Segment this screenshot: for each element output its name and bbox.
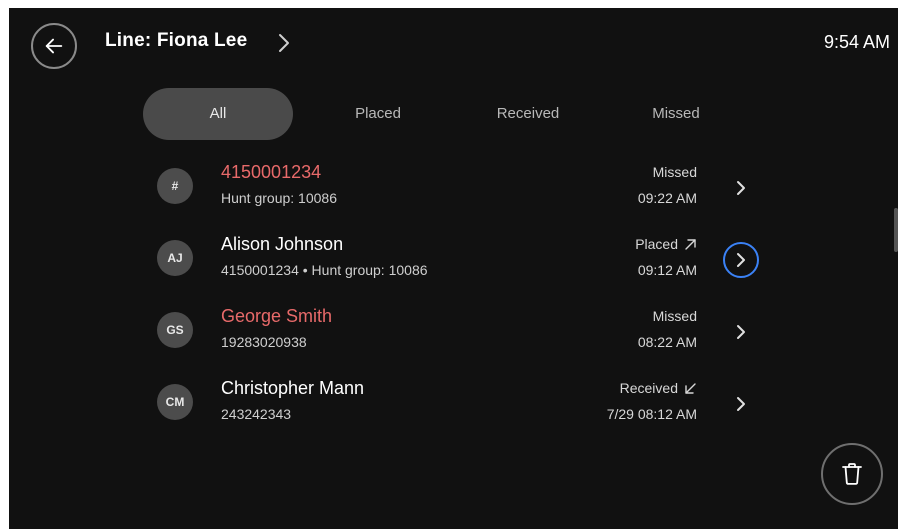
line-title[interactable]: Line: Fiona Lee [105, 30, 247, 52]
chevron-right-icon [737, 397, 745, 411]
details-button[interactable] [723, 314, 759, 350]
call-time: 09:12 AM [637, 262, 697, 278]
tab-all[interactable]: All [143, 88, 293, 140]
caller-detail: 19283020938 [221, 334, 307, 350]
call-status: Placed [635, 236, 697, 252]
caller-detail: Hunt group: 10086 [221, 190, 337, 206]
avatar: GS [157, 312, 193, 348]
caller-detail: 4150001234 • Hunt group: 10086 [221, 262, 428, 278]
avatar: CM [157, 384, 193, 420]
call-status-label: Missed [652, 164, 697, 180]
avatar: # [157, 168, 193, 204]
call-status-label: Received [619, 380, 678, 396]
avatar: AJ [157, 240, 193, 276]
call-status-label: Placed [635, 236, 678, 252]
back-button[interactable] [31, 23, 77, 69]
chevron-right-icon [737, 253, 745, 267]
tab-received[interactable]: Received [463, 88, 593, 140]
details-button[interactable] [723, 170, 759, 206]
caller-name: 4150001234 [221, 162, 322, 182]
call-history-screen: Line: Fiona Lee 9:54 AM All Placed Recei… [9, 8, 898, 529]
chevron-right-icon [737, 325, 745, 339]
caller-name: Alison Johnson [221, 234, 344, 254]
incoming-arrow-icon [685, 382, 696, 394]
call-row[interactable]: AJ Alison Johnson 4150001234 • Hunt grou… [157, 228, 759, 298]
outgoing-arrow-icon [685, 238, 696, 250]
call-status-label: Missed [652, 308, 697, 324]
call-row[interactable]: CM Christopher Mann 243242343 Received 7… [157, 372, 757, 442]
delete-button[interactable] [821, 443, 883, 505]
call-row[interactable]: # 4150001234 Hunt group: 10086 Missed 09… [157, 156, 757, 226]
filter-tabs: All Placed Received Missed [143, 88, 743, 140]
call-status: Missed [653, 164, 697, 180]
caller-name: George Smith [221, 306, 333, 326]
call-status: Received [620, 380, 697, 396]
back-arrow-icon [45, 38, 63, 54]
clock: 9:54 AM [823, 32, 890, 52]
call-time: 7/29 08:12 AM [606, 406, 697, 422]
caller-name: Christopher Mann [221, 378, 365, 398]
details-button[interactable] [723, 386, 759, 422]
tab-placed[interactable]: Placed [313, 88, 443, 140]
chevron-right-icon [737, 181, 745, 195]
scroll-indicator[interactable] [894, 208, 898, 252]
caller-detail: 243242343 [221, 406, 292, 422]
chevron-right-icon[interactable] [277, 32, 291, 54]
details-button[interactable] [723, 242, 759, 278]
call-time: 09:22 AM [637, 190, 697, 206]
tab-missed[interactable]: Missed [611, 88, 741, 140]
trash-icon [842, 463, 862, 485]
call-status: Missed [653, 308, 697, 324]
call-time: 08:22 AM [637, 334, 697, 350]
call-row[interactable]: GS George Smith 19283020938 Missed 08:22… [157, 300, 757, 370]
